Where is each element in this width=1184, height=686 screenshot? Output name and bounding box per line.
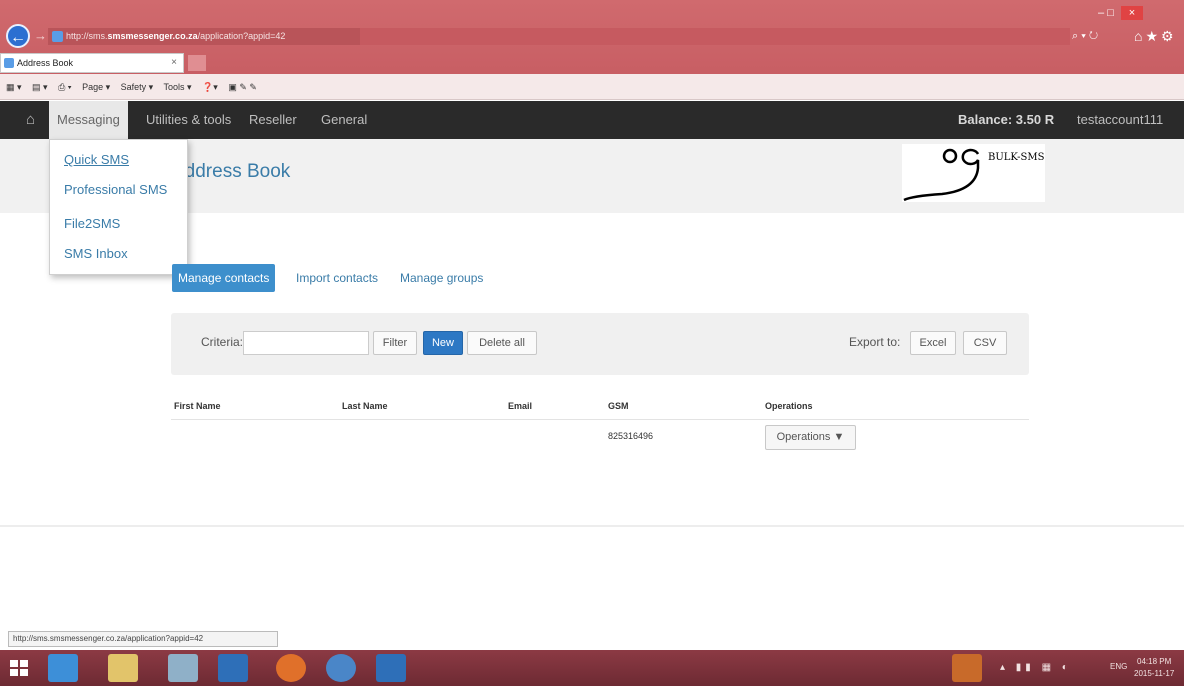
filter-button[interactable]: Filter [373, 331, 417, 355]
tray-app-icon[interactable] [952, 654, 982, 682]
minimize-icon[interactable]: – [1098, 7, 1104, 19]
tab-import-contacts[interactable]: Import contacts [296, 264, 378, 292]
column-header-gsm[interactable]: GSM [608, 401, 629, 411]
dropdown-item-professional-sms[interactable]: Professional SMS [64, 182, 167, 197]
app-navbar: ⌂ Messaging Utilities & tools Reseller G… [0, 101, 1184, 139]
command-page[interactable]: Page ▾ [82, 82, 110, 92]
dropdown-item-sms-inbox[interactable]: SMS Inbox [64, 246, 128, 261]
tab-close-icon[interactable]: × [171, 54, 177, 72]
operations-dropdown-button[interactable]: Operations ▼ [765, 425, 856, 450]
search-dropdown-icon[interactable]: ⌕ ▾ ↻ [1072, 28, 1098, 45]
document-app-icon[interactable] [168, 654, 198, 682]
help-icon[interactable]: ❓▾ [202, 82, 218, 92]
export-csv-button[interactable]: CSV [963, 331, 1007, 355]
column-header-email[interactable]: Email [508, 401, 532, 411]
clock[interactable]: 04:18 PM 2015-11-17 [1134, 656, 1174, 680]
tab-manage-groups[interactable]: Manage groups [400, 264, 483, 292]
export-label: Export to: [849, 335, 901, 349]
page-icon [52, 31, 63, 42]
outlook-icon-2[interactable] [376, 654, 406, 682]
user-account-menu[interactable]: testaccount111 [1077, 101, 1163, 139]
browser-chrome: ← → http://sms.smsmessenger.co.za/applic… [0, 0, 1184, 100]
maximize-icon[interactable]: □ [1107, 7, 1114, 19]
home-icon[interactable]: ⌂ [1134, 28, 1145, 44]
status-bar-url: http://sms.smsmessenger.co.za/applicatio… [8, 631, 278, 647]
dropdown-item-file2sms[interactable]: File2SMS [64, 216, 120, 231]
messaging-dropdown: Quick SMS Professional SMS File2SMS SMS … [49, 139, 188, 275]
browser-tab-title: Address Book [17, 58, 74, 68]
footer-divider [0, 525, 1184, 527]
nav-reseller[interactable]: Reseller [249, 101, 297, 139]
window-close-icon[interactable]: × [1120, 6, 1143, 20]
command-bar: ▦ ▾ ▤ ▾ ⎙ ▾ Page ▾ Safety ▾ Tools ▾ ❓▾ ▣… [0, 74, 1184, 100]
read-mail-icon[interactable]: ▤ ▾ [32, 82, 48, 92]
print-icon[interactable]: ⎙ ▾ [58, 82, 71, 92]
gear-icon[interactable]: ⚙ [1161, 28, 1177, 44]
nav-utilities-tools[interactable]: Utilities & tools [146, 101, 231, 139]
home-icon[interactable]: ⌂ [26, 111, 35, 128]
windows-taskbar: ▴ ▮▮ ▦ ◐ ENG 04:18 PM 2015-11-17 [0, 650, 1184, 686]
system-tray-icons[interactable]: ▴ ▮▮ ▦ ◐ [1000, 662, 1072, 673]
outlook-icon[interactable] [218, 654, 248, 682]
address-prefix: http://sms. [66, 31, 108, 41]
address-bar-extension[interactable] [360, 28, 1070, 45]
cell-gsm: 825316496 [608, 431, 654, 441]
back-arrow-icon[interactable]: ← [6, 24, 30, 48]
browser-toolbar-icons: ⌂★⚙ [1134, 28, 1177, 45]
column-header-first-name[interactable]: First Name [174, 401, 221, 411]
browser-tab[interactable]: Address Book × [0, 53, 184, 73]
delete-all-button[interactable]: Delete all [467, 331, 537, 355]
logo-text: BULK-SMS [988, 152, 1045, 163]
address-row: ← → http://sms.smsmessenger.co.za/applic… [0, 0, 1184, 52]
column-header-operations: Operations [765, 401, 813, 411]
bulk-sms-logo: BULK-SMS [902, 144, 1045, 202]
new-button[interactable]: New [423, 331, 463, 355]
firefox-icon[interactable] [276, 654, 306, 682]
balance-display: Balance: 3.50 R [958, 112, 1055, 127]
table-row: 825316496 Operations ▼ [171, 421, 1029, 455]
tab-favicon-icon [4, 58, 14, 68]
clock-date: 2015-11-17 [1134, 669, 1175, 678]
dropdown-item-quick-sms[interactable]: Quick SMS [64, 152, 129, 167]
tab-manage-contacts[interactable]: Manage contacts [172, 264, 276, 292]
page-title: Address Book [172, 161, 291, 182]
address-bar[interactable]: http://sms.smsmessenger.co.za/applicatio… [48, 28, 360, 45]
file-explorer-icon[interactable] [108, 654, 138, 682]
chrome-browser-icon[interactable] [326, 654, 356, 682]
windows-start-icon[interactable] [10, 660, 28, 676]
filter-panel: Criteria: Filter New Delete all Export t… [171, 313, 1029, 375]
criteria-input[interactable] [243, 331, 369, 355]
address-path: /application?appid=42 [197, 31, 286, 41]
forward-arrow-icon[interactable]: → [34, 28, 47, 43]
command-safety[interactable]: Safety ▾ [121, 82, 154, 92]
column-header-last-name[interactable]: Last Name [342, 401, 388, 411]
nav-general[interactable]: General [321, 101, 367, 139]
window-controls: – □ × [1098, 6, 1143, 20]
export-excel-button[interactable]: Excel [910, 331, 956, 355]
clock-time: 04:18 PM [1137, 657, 1172, 666]
star-icon[interactable]: ★ [1145, 28, 1161, 44]
extra-toolbar-icons[interactable]: ▣ ✎ ✎ [228, 82, 257, 92]
internet-explorer-icon[interactable] [48, 654, 78, 682]
address-host: smsmessenger.co.za [107, 31, 198, 41]
feeds-icon[interactable]: ▦ ▾ [6, 82, 22, 92]
tab-row: Address Book × [0, 53, 1184, 73]
language-indicator[interactable]: ENG [1110, 662, 1127, 671]
command-tools[interactable]: Tools ▾ [164, 82, 192, 92]
new-tab-button[interactable] [188, 55, 206, 71]
nav-messaging[interactable]: Messaging [49, 101, 128, 139]
table-header: First Name Last Name Email GSM Operation… [171, 394, 1029, 420]
criteria-label: Criteria: [201, 335, 244, 349]
